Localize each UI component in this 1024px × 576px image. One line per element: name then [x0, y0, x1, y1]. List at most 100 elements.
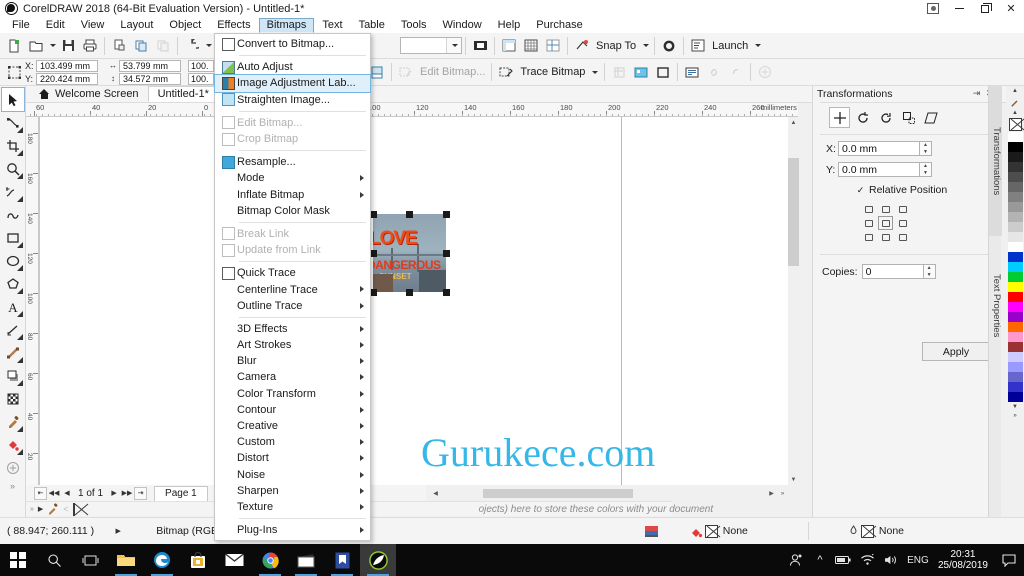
page-tab-1[interactable]: Page 1 [154, 485, 208, 501]
horizontal-scrollbar[interactable]: ◀ ▶ » [430, 488, 788, 499]
skew-icon[interactable] [922, 108, 941, 127]
smart-drawing-tool[interactable] [2, 203, 24, 226]
menu-edit[interactable]: Edit [38, 18, 73, 33]
launch-dropdown-icon[interactable] [751, 35, 763, 57]
ellipse-tool[interactable] [2, 249, 24, 272]
menu-item-image-adjustment-lab[interactable]: Image Adjustment Lab... [214, 74, 371, 93]
menu-item-convert-to-bitmap[interactable]: Convert to Bitmap... [215, 36, 370, 52]
palette-no-color-icon[interactable] [1008, 118, 1022, 131]
menu-item-custom[interactable]: Custom [215, 434, 370, 450]
color-swatch[interactable] [1007, 362, 1023, 372]
scroll-right-arrow[interactable]: ▶ [766, 488, 777, 499]
relative-position-row[interactable]: ✓ Relative Position [856, 184, 1000, 196]
color-palette[interactable]: ▲ ▲ ▼ » [1006, 86, 1024, 517]
menu-item-blur[interactable]: Blur [215, 353, 370, 369]
wps-writer-icon[interactable] [324, 544, 360, 576]
menu-layout[interactable]: Layout [112, 18, 161, 33]
cut-icon[interactable] [108, 35, 130, 57]
trace-bitmap-label[interactable]: Trace Bitmap [517, 66, 588, 78]
file-explorer-icon[interactable] [108, 544, 144, 576]
palette-up-icon[interactable]: ▲ [1012, 108, 1018, 117]
fill-none-swatch[interactable] [704, 524, 718, 538]
last-page-icon[interactable]: ▶▶ [121, 487, 133, 500]
color-eyedropper-tool[interactable] [2, 410, 24, 433]
color-swatch[interactable] [1007, 212, 1023, 222]
size-icon[interactable] [899, 108, 918, 127]
scroll-more-icon[interactable]: » [777, 488, 788, 499]
print-icon[interactable] [79, 35, 101, 57]
menu-bitmaps[interactable]: Bitmaps [258, 17, 315, 33]
menu-item-noise[interactable]: Noise [215, 467, 370, 483]
menu-item-centerline-trace[interactable]: Centerline Trace [215, 281, 370, 297]
copy-icon[interactable] [130, 35, 152, 57]
crop-tool[interactable] [2, 134, 24, 157]
text-tool[interactable]: A [2, 295, 24, 318]
snap-dropdown-icon[interactable] [639, 35, 651, 57]
rotate-icon[interactable] [853, 108, 872, 127]
anchor-top-center[interactable] [877, 202, 894, 216]
tab-untitled-1[interactable]: Untitled-1* [147, 86, 219, 102]
color-swatch[interactable] [1007, 332, 1023, 342]
height-input[interactable]: 34.572 mm [119, 72, 181, 85]
drawing-canvas[interactable]: LOVE DANGEROUS SUNSET Gurukece.com [39, 117, 798, 485]
color-swatch[interactable] [1007, 392, 1023, 402]
color-swatch[interactable] [1007, 152, 1023, 162]
minimize-icon[interactable] [946, 0, 972, 17]
menu-item-3d-effects[interactable]: 3D Effects [215, 321, 370, 337]
menu-text[interactable]: Text [314, 18, 350, 33]
menu-item-plug-ins[interactable]: Plug-Ins [215, 522, 370, 538]
trace-bitmap-icon[interactable] [495, 61, 517, 83]
menu-item-sharpen[interactable]: Sharpen [215, 483, 370, 499]
show-guidelines-icon[interactable] [542, 35, 564, 57]
docker-x-input[interactable]: 0.0 mm [838, 141, 920, 156]
apply-button[interactable]: Apply [922, 342, 990, 361]
menu-purchase[interactable]: Purchase [528, 18, 590, 33]
taskbar-clock[interactable]: 20:31 25/08/2019 [932, 549, 994, 571]
search-icon[interactable] [36, 544, 72, 576]
anchor-top-left[interactable] [860, 202, 877, 216]
menu-item-auto-adjust[interactable]: Auto Adjust [215, 59, 370, 75]
color-swatch[interactable] [1007, 172, 1023, 182]
relative-position-checkbox[interactable]: ✓ [856, 185, 865, 195]
zoom-tool[interactable] [2, 157, 24, 180]
save-icon[interactable] [57, 35, 79, 57]
menu-item-inflate-bitmap[interactable]: Inflate Bitmap [215, 187, 370, 203]
account-icon[interactable] [920, 0, 946, 17]
menu-item-straighten-image[interactable]: Straighten Image... [215, 92, 370, 108]
color-profile-icon[interactable] [641, 520, 663, 542]
interactive-fill-tool[interactable] [2, 433, 24, 456]
menu-item-distort[interactable]: Distort [215, 450, 370, 466]
open-dropdown-icon[interactable] [47, 35, 57, 57]
fill-color-icon[interactable] [689, 520, 705, 542]
vertical-scrollbar[interactable]: ▲ ▼ [788, 117, 799, 485]
menu-item-contour[interactable]: Contour [215, 402, 370, 418]
color-swatch[interactable] [1007, 132, 1023, 142]
color-swatch[interactable] [1007, 182, 1023, 192]
color-swatch[interactable] [1007, 142, 1023, 152]
menu-object[interactable]: Object [161, 18, 209, 33]
people-icon[interactable] [784, 544, 808, 576]
color-swatch[interactable] [1007, 292, 1023, 302]
copies-input[interactable]: 0 [861, 264, 924, 279]
color-swatch[interactable] [1007, 262, 1023, 272]
color-swatch[interactable] [1007, 202, 1023, 212]
color-swatch[interactable] [1007, 352, 1023, 362]
color-swatch[interactable] [1007, 282, 1023, 292]
scale-width-input[interactable]: 100. [188, 59, 214, 72]
menu-item-mode[interactable]: Mode [215, 170, 370, 186]
palette-scroll-down-icon[interactable]: ▼ [1012, 402, 1018, 411]
anchor-bottom-center[interactable] [877, 230, 894, 244]
outline-color-icon[interactable] [847, 520, 861, 542]
palette-prev-icon[interactable]: < [63, 504, 68, 514]
menu-item-art-strokes[interactable]: Art Strokes [215, 337, 370, 353]
color-swatch[interactable] [1007, 272, 1023, 282]
docker-y-input[interactable]: 0.0 mm [838, 162, 920, 177]
mail-icon[interactable] [216, 544, 252, 576]
collapse-docker-icon[interactable]: ⇥ [970, 87, 983, 100]
wifi-icon[interactable] [856, 544, 880, 576]
menu-item-outline-trace[interactable]: Outline Trace [215, 298, 370, 314]
anchor-bottom-right[interactable] [894, 230, 911, 244]
microsoft-edge-icon[interactable] [144, 544, 180, 576]
snap-icon[interactable] [571, 35, 593, 57]
scroll-up-arrow[interactable]: ▲ [788, 117, 799, 128]
